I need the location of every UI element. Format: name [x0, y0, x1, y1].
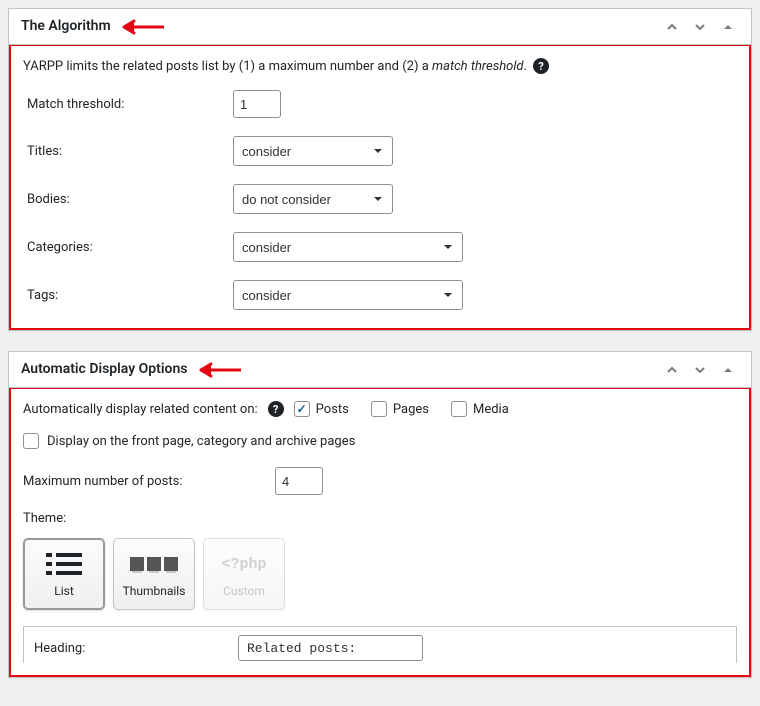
media-checkbox-label: Media: [473, 402, 509, 417]
theme-thumbnails-label: Thumbnails: [123, 584, 186, 598]
annotation-arrow-icon: [199, 362, 241, 378]
media-checkbox[interactable]: [451, 401, 467, 417]
toggle-icon[interactable]: [717, 359, 739, 381]
php-icon: <?php: [218, 550, 270, 578]
algorithm-title: The Algorithm: [21, 18, 111, 34]
titles-row: Titles: consider: [23, 136, 737, 166]
intro-em: match threshold: [432, 59, 524, 74]
posts-checkbox-wrap[interactable]: Posts: [294, 401, 349, 417]
tags-label: Tags:: [23, 288, 233, 303]
match-threshold-input[interactable]: [233, 90, 281, 118]
front-page-row[interactable]: Display on the front page, category and …: [23, 433, 737, 449]
auto-display-metabox: Automatic Display Options Automatically …: [8, 351, 752, 678]
auto-display-body: Automatically display related content on…: [9, 387, 751, 677]
heading-input[interactable]: [238, 635, 423, 661]
posts-checkbox[interactable]: [294, 401, 310, 417]
pages-checkbox[interactable]: [371, 401, 387, 417]
auto-display-title: Automatic Display Options: [21, 361, 187, 377]
move-down-icon[interactable]: [689, 359, 711, 381]
toggle-icon[interactable]: [717, 16, 739, 38]
theme-options: List Thumbnails <?php Custom: [23, 538, 737, 610]
theme-label: Theme:: [23, 511, 737, 526]
media-checkbox-wrap[interactable]: Media: [451, 401, 509, 417]
auto-display-header: Automatic Display Options: [9, 352, 751, 388]
tags-select[interactable]: consider: [233, 280, 463, 310]
algorithm-intro: YARPP limits the related posts list by (…: [23, 58, 737, 74]
categories-select[interactable]: consider: [233, 232, 463, 262]
auto-display-on-row: Automatically display related content on…: [23, 401, 737, 417]
heading-row: Heading:: [23, 626, 737, 663]
match-threshold-row: Match threshold:: [23, 90, 737, 118]
front-page-label: Display on the front page, category and …: [47, 434, 355, 449]
bodies-row: Bodies: do not consider: [23, 184, 737, 214]
bodies-select[interactable]: do not consider: [233, 184, 393, 214]
move-down-icon[interactable]: [689, 16, 711, 38]
tags-row: Tags: consider: [23, 280, 737, 310]
heading-label: Heading:: [34, 641, 238, 656]
algorithm-metabox: The Algorithm YARPP limits the related p…: [8, 8, 752, 331]
theme-option-thumbnails[interactable]: Thumbnails: [113, 538, 195, 610]
intro-pre: YARPP limits the related posts list by (…: [23, 59, 432, 74]
move-up-icon[interactable]: [661, 359, 683, 381]
max-posts-input[interactable]: [275, 467, 323, 495]
auto-display-on-label: Automatically display related content on…: [23, 402, 258, 417]
posts-checkbox-label: Posts: [316, 402, 349, 417]
theme-list-label: List: [54, 584, 74, 598]
help-icon[interactable]: ?: [268, 401, 284, 417]
max-posts-label: Maximum number of posts:: [23, 474, 275, 489]
front-page-checkbox[interactable]: [23, 433, 39, 449]
help-icon[interactable]: ?: [533, 58, 549, 74]
pages-checkbox-wrap[interactable]: Pages: [371, 401, 429, 417]
theme-option-list[interactable]: List: [23, 538, 105, 610]
categories-label: Categories:: [23, 240, 233, 255]
move-up-icon[interactable]: [661, 16, 683, 38]
annotation-arrow-icon: [122, 19, 164, 35]
intro-post: .: [524, 59, 527, 74]
bodies-label: Bodies:: [23, 192, 233, 207]
titles-label: Titles:: [23, 144, 233, 159]
max-posts-row: Maximum number of posts:: [23, 467, 737, 495]
pages-checkbox-label: Pages: [393, 402, 429, 417]
theme-option-custom: <?php Custom: [203, 538, 285, 610]
algorithm-header: The Algorithm: [9, 9, 751, 45]
titles-select[interactable]: consider: [233, 136, 393, 166]
match-threshold-label: Match threshold:: [23, 97, 233, 112]
thumbnails-icon: [128, 550, 180, 578]
theme-custom-label: Custom: [223, 584, 265, 598]
algorithm-body: YARPP limits the related posts list by (…: [9, 44, 751, 330]
list-icon: [38, 550, 90, 578]
categories-row: Categories: consider: [23, 232, 737, 262]
